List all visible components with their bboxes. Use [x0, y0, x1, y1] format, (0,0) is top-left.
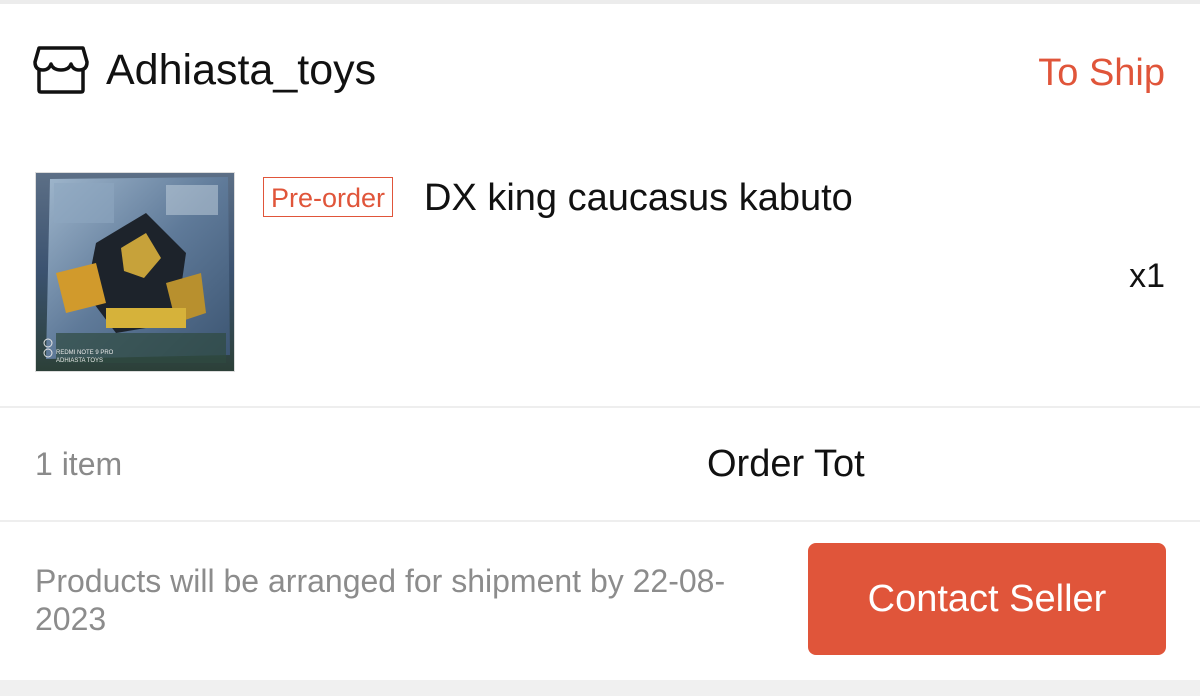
shop-name[interactable]: Adhiasta_toys — [106, 44, 376, 96]
shipment-note: Products will be arranged for shipment b… — [35, 563, 726, 637]
shop-header[interactable]: Adhiasta_toys To Ship — [0, 4, 1200, 136]
order-card[interactable]: Adhiasta_toys To Ship REDMI NOTE 9 PRO A… — [0, 4, 1200, 680]
item-count: 1 item — [35, 446, 123, 482]
image-watermark: REDMI NOTE 9 PRO ADHIASTA TOYS — [56, 350, 114, 364]
order-total: Order Tot — [707, 440, 873, 490]
divider — [0, 520, 1200, 522]
pre-order-badge: Pre-order — [263, 177, 394, 217]
product-name[interactable]: DX king caucasus kabuto — [424, 174, 853, 222]
bottom-separator — [0, 680, 1200, 696]
store-icon — [33, 44, 89, 96]
product-quantity: x1 — [1129, 257, 1165, 295]
divider — [0, 406, 1200, 408]
contact-seller-button[interactable]: Contact Seller — [808, 543, 1166, 655]
order-status: To Ship — [1038, 52, 1165, 94]
order-total-label: Order Tot — [707, 443, 865, 485]
product-thumbnail[interactable]: REDMI NOTE 9 PRO ADHIASTA TOYS — [35, 172, 235, 372]
product-row[interactable]: REDMI NOTE 9 PRO ADHIASTA TOYS Pre-order… — [0, 170, 1200, 380]
